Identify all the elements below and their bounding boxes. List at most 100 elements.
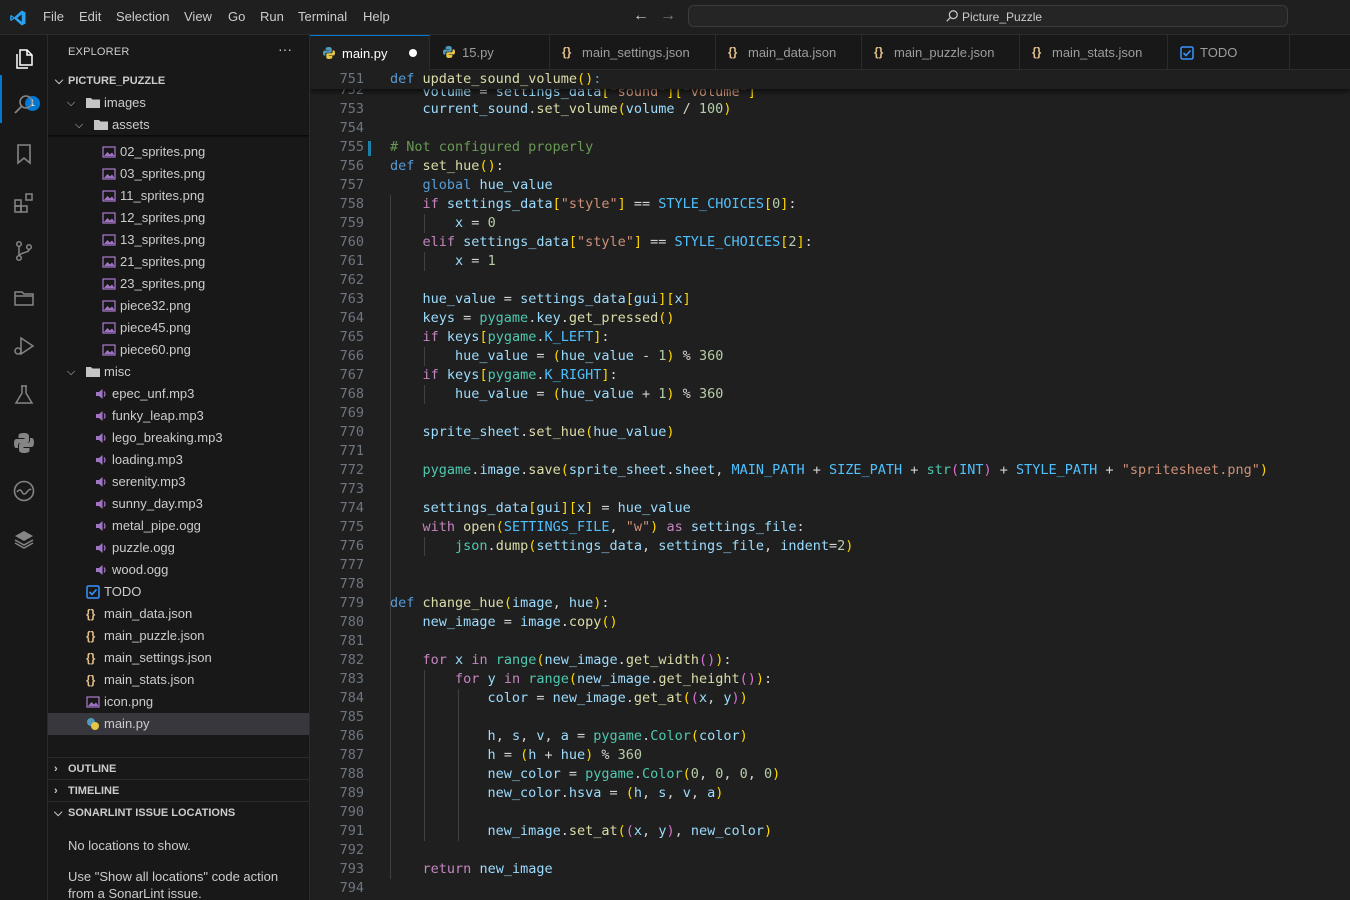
file-item[interactable]: funky_leap.mp3 xyxy=(48,405,309,427)
file-item[interactable]: main.py xyxy=(48,713,309,735)
source-control-icon[interactable] xyxy=(12,239,36,263)
line-number: 778 xyxy=(339,576,364,592)
code-line-753: current_sound.set_volume(volume / 100) xyxy=(422,101,732,117)
bookmark-icon[interactable] xyxy=(12,142,36,166)
file-item[interactable]: 02_sprites.png xyxy=(48,141,309,163)
audio-file-icon xyxy=(96,477,106,487)
menu-file[interactable]: File xyxy=(43,9,64,24)
file-item[interactable]: puzzle.ogg xyxy=(48,537,309,559)
file-name: 13_sprites.png xyxy=(120,232,206,247)
sonarlint-icon[interactable] xyxy=(12,479,36,503)
file-item[interactable]: wood.ogg xyxy=(48,559,309,581)
folder-picture-puzzle[interactable]: ⌵ PICTURE_PUZZLE xyxy=(48,70,309,92)
file-item[interactable]: piece60.png xyxy=(48,339,309,361)
layers-icon[interactable] xyxy=(12,527,36,551)
back-arrow-icon[interactable]: ← xyxy=(633,7,649,25)
run-debug-icon[interactable] xyxy=(12,334,36,358)
line-number: 779 xyxy=(339,595,364,611)
python-icon[interactable] xyxy=(12,431,36,455)
code-line-768: hue_value = (hue_value + 1) % 360 xyxy=(455,386,724,402)
code-editor[interactable]: 751 def update_sound_volume(): 752 753 754… xyxy=(310,70,1350,900)
tab-main-puzzle-json[interactable]: {} main_puzzle.json xyxy=(862,35,1020,70)
tab-todo[interactable]: TODO xyxy=(1168,35,1290,70)
file-item[interactable]: {} main_data.json xyxy=(48,603,309,625)
file-item[interactable]: piece45.png xyxy=(48,317,309,339)
line-number: 783 xyxy=(339,671,364,687)
file-name: 21_sprites.png xyxy=(120,254,206,269)
tab-main-stats-json[interactable]: {} main_stats.json xyxy=(1020,35,1168,70)
line-number: 792 xyxy=(339,842,364,858)
menu-help[interactable]: Help xyxy=(363,9,390,24)
folder-assets[interactable]: ⌵ assets xyxy=(48,114,309,136)
code-line-779: def change_hue(image, hue): xyxy=(390,595,610,611)
search-icon xyxy=(946,10,958,22)
title-bar: File Edit Selection View Go Run Terminal… xyxy=(0,0,1350,35)
menu-selection[interactable]: Selection xyxy=(116,9,169,24)
file-item[interactable]: loading.mp3 xyxy=(48,449,309,471)
line-number: 774 xyxy=(339,500,364,516)
file-item[interactable]: 13_sprites.png xyxy=(48,229,309,251)
explorer-icon[interactable] xyxy=(12,47,36,71)
file-item[interactable]: {} main_stats.json xyxy=(48,669,309,691)
forward-arrow-icon[interactable]: → xyxy=(660,7,676,25)
code-line-772: pygame.image.save(sprite_sheet.sheet, MA… xyxy=(422,462,1268,478)
menu-go[interactable]: Go xyxy=(228,9,245,24)
search-icon[interactable] xyxy=(12,93,36,117)
file-item[interactable]: serenity.mp3 xyxy=(48,471,309,493)
tab-main-py[interactable]: main.py xyxy=(310,35,430,70)
section-timeline[interactable]: › TIMELINE xyxy=(48,779,309,801)
folder-icon xyxy=(86,98,100,108)
code-line-787: h = (h + hue) % 360 xyxy=(487,747,643,763)
file-item[interactable]: {} main_settings.json xyxy=(48,647,309,669)
code-line-764: keys = pygame.key.get_pressed() xyxy=(422,310,675,326)
image-file-icon xyxy=(102,212,116,224)
file-item[interactable]: metal_pipe.ogg xyxy=(48,515,309,537)
file-name: 23_sprites.png xyxy=(120,276,206,291)
image-file-icon xyxy=(102,190,116,202)
sticky-scroll-header[interactable]: 751 def update_sound_volume(): xyxy=(310,70,1350,89)
menu-view[interactable]: View xyxy=(184,9,212,24)
file-item[interactable]: piece32.png xyxy=(48,295,309,317)
section-outline[interactable]: › OUTLINE xyxy=(48,757,309,779)
code-line-774: settings_data[gui][x] = hue_value xyxy=(422,500,691,516)
file-name: 12_sprites.png xyxy=(120,210,206,225)
folder-misc[interactable]: ⌵ misc xyxy=(48,361,309,383)
file-item[interactable]: 11_sprites.png xyxy=(48,185,309,207)
vscode-logo-icon xyxy=(10,10,26,26)
file-item[interactable]: TODO xyxy=(48,581,309,603)
remote-explorer-icon[interactable] xyxy=(12,286,36,310)
menu-run[interactable]: Run xyxy=(260,9,284,24)
section-sonarlint[interactable]: ⌵ SONARLINT ISSUE LOCATIONS xyxy=(48,801,309,823)
file-item[interactable]: {} main_puzzle.json xyxy=(48,625,309,647)
tab-main-settings-json[interactable]: {} main_settings.json xyxy=(550,35,716,70)
file-item[interactable]: icon.png xyxy=(48,691,309,713)
menu-edit[interactable]: Edit xyxy=(79,9,101,24)
testing-icon[interactable] xyxy=(12,383,36,407)
tab-15-py[interactable]: 15.py xyxy=(430,35,550,70)
line-number: 769 xyxy=(339,405,364,421)
file-item[interactable]: lego_breaking.mp3 xyxy=(48,427,309,449)
file-item[interactable]: 23_sprites.png xyxy=(48,273,309,295)
menu-terminal[interactable]: Terminal xyxy=(298,9,347,24)
unsaved-dot-icon[interactable] xyxy=(409,49,417,57)
folder-images[interactable]: ⌵ images xyxy=(48,92,309,114)
code-line-757: global hue_value xyxy=(422,177,553,193)
code-line-791: new_image.set_at((x, y), new_color) xyxy=(487,823,773,839)
image-file-icon xyxy=(102,278,116,290)
extensions-icon[interactable] xyxy=(12,191,36,215)
command-center-search[interactable]: Picture_Puzzle xyxy=(688,5,1288,27)
python-file-icon xyxy=(87,718,99,730)
tab-main-data-json[interactable]: {} main_data.json xyxy=(716,35,862,70)
file-item[interactable]: 03_sprites.png xyxy=(48,163,309,185)
line-number: 751 xyxy=(339,71,364,87)
file-item[interactable]: 21_sprites.png xyxy=(48,251,309,273)
line-number: 786 xyxy=(339,728,364,744)
file-item[interactable]: epec_unf.mp3 xyxy=(48,383,309,405)
more-actions-icon[interactable]: ··· xyxy=(278,41,292,57)
file-item[interactable]: sunny_day.mp3 xyxy=(48,493,309,515)
line-number: 758 xyxy=(339,196,364,212)
line-number: 772 xyxy=(339,462,364,478)
json-file-icon: {} xyxy=(86,607,96,621)
file-item[interactable]: 12_sprites.png xyxy=(48,207,309,229)
image-file-icon xyxy=(102,344,116,356)
